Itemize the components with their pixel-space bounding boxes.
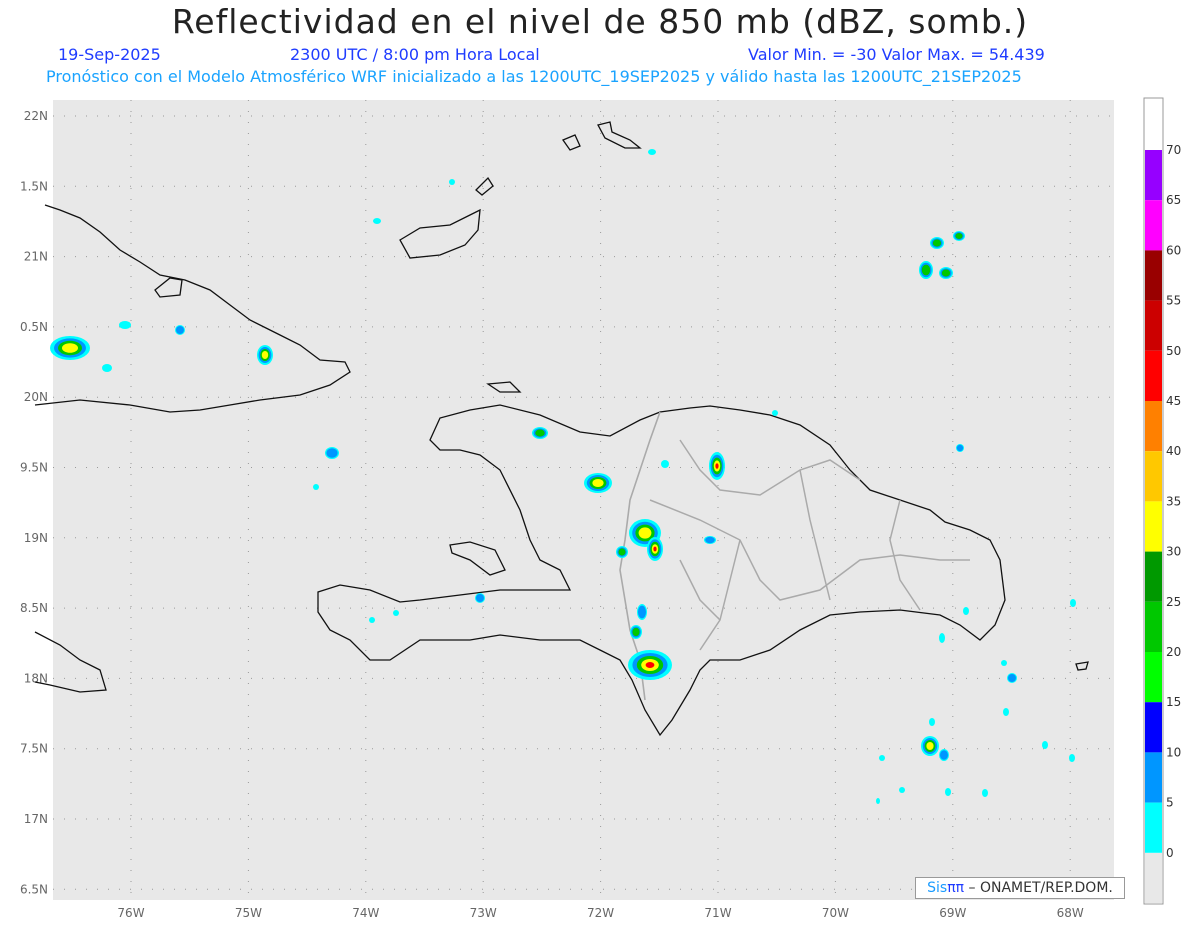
colorbar-label: 65 — [1166, 193, 1181, 207]
reflectivity-cell — [62, 343, 78, 353]
reflectivity-cell — [476, 594, 484, 602]
lat-tick-label: 22N — [24, 109, 48, 123]
reflectivity-cell — [449, 179, 455, 185]
reflectivity-cell — [648, 149, 656, 155]
colorbar-segment — [1145, 150, 1162, 201]
colorbar-segment — [1145, 350, 1162, 401]
colorbar-label: 55 — [1166, 294, 1181, 308]
colorbar-label: 70 — [1166, 143, 1181, 157]
reflectivity-cell — [929, 718, 935, 726]
reflectivity-cell — [955, 233, 963, 239]
colorbar-segment — [1145, 702, 1162, 753]
colorbar-label: 10 — [1166, 745, 1181, 759]
reflectivity-cell — [963, 607, 969, 615]
colorbar-segment — [1145, 752, 1162, 803]
reflectivity-map: 76W 75W 74W 73W 72W 71W 70W 69W 68W 22N 1.5N 21N 0.5… — [20, 97, 1181, 920]
colorbar-label: 40 — [1166, 444, 1181, 458]
colorbar-below-zero — [1145, 853, 1162, 903]
reflectivity-cell — [940, 750, 948, 760]
colorbar-label: 25 — [1166, 595, 1181, 609]
colorbar-segment — [1145, 451, 1162, 502]
reflectivity-cell — [982, 789, 988, 797]
reflectivity-cell — [715, 463, 719, 469]
lat-tick-label: 21N — [24, 250, 48, 264]
reflectivity-cell — [645, 662, 655, 668]
reflectivity-cell — [638, 527, 652, 539]
lat-tick-label: 19N — [24, 531, 48, 545]
lon-tick-label: 71W — [704, 906, 731, 920]
colorbar-segment — [1145, 401, 1162, 452]
reflectivity-cell — [119, 321, 131, 329]
lon-tick-label: 72W — [587, 906, 614, 920]
reflectivity-cell — [876, 798, 880, 804]
colorbar-segment — [1145, 802, 1162, 853]
reflectivity-cell — [618, 548, 626, 556]
reflectivity-cell — [1008, 674, 1016, 682]
reflectivity-cell — [1042, 741, 1048, 749]
reflectivity-cell — [632, 627, 640, 637]
colorbar-label: 60 — [1166, 243, 1181, 257]
colorbar-segment — [1145, 250, 1162, 301]
reflectivity-cell — [176, 326, 184, 334]
colorbar-segment — [1145, 652, 1162, 703]
reflectivity-cell — [369, 617, 375, 623]
reflectivity-cell — [1069, 754, 1075, 762]
colorbar-label: 50 — [1166, 344, 1181, 358]
lon-tick-label: 76W — [117, 906, 144, 920]
reflectivity-cell — [705, 536, 715, 544]
reflectivity-cell — [945, 788, 951, 796]
reflectivity-cell — [956, 444, 964, 452]
lon-tick-label: 74W — [352, 906, 379, 920]
reflectivity-cell — [899, 787, 905, 793]
lat-tick-label: 0.5N — [20, 320, 48, 334]
map-area — [53, 100, 1114, 900]
reflectivity-cell — [1003, 708, 1009, 716]
reflectivity-cell — [1001, 660, 1007, 666]
colorbar-label: 45 — [1166, 394, 1181, 408]
reflectivity-cell — [772, 410, 778, 416]
reflectivity-cell — [638, 605, 646, 619]
reflectivity-cell — [941, 269, 951, 277]
colorbar-segment — [1145, 501, 1162, 552]
colorbar-label: 35 — [1166, 494, 1181, 508]
reflectivity-cell — [661, 460, 669, 468]
reflectivity-cell — [939, 633, 945, 643]
reflectivity-cell — [102, 364, 112, 372]
lat-tick-label: 7.5N — [20, 742, 48, 756]
colorbar-segment — [1145, 200, 1162, 251]
logo: Sisππ – ONAMET/REP.DOM. — [915, 877, 1125, 899]
lat-tick-label: 6.5N — [20, 882, 48, 896]
reflectivity-cell — [653, 546, 657, 552]
lon-tick-label: 70W — [822, 906, 849, 920]
colorbar-label: 0 — [1166, 846, 1174, 860]
colorbar-label: 30 — [1166, 545, 1181, 559]
lat-tick-label: 17N — [24, 812, 48, 826]
colorbar-segment — [1145, 551, 1162, 602]
reflectivity-cell — [1070, 599, 1076, 607]
colorbar-label: 20 — [1166, 645, 1181, 659]
colorbar-label: 15 — [1166, 695, 1181, 709]
reflectivity-cell — [313, 484, 319, 490]
reflectivity-cell — [373, 218, 381, 224]
colorbar-label: 5 — [1166, 796, 1174, 810]
reflectivity-cell — [879, 755, 885, 761]
reflectivity-cell — [932, 239, 942, 247]
lon-tick-label: 69W — [939, 906, 966, 920]
reflectivity-cell — [592, 479, 604, 487]
lat-tick-label: 1.5N — [20, 179, 48, 193]
reflectivity-cell — [535, 429, 545, 437]
lat-tick-label: 20N — [24, 390, 48, 404]
lon-tick-label: 68W — [1057, 906, 1084, 920]
lat-tick-label: 8.5N — [20, 601, 48, 615]
lat-tick-label: 9.5N — [20, 461, 48, 475]
reflectivity-cell — [326, 448, 338, 458]
colorbar-segment — [1145, 601, 1162, 652]
reflectivity-cell — [921, 264, 931, 276]
reflectivity-cell — [926, 742, 934, 750]
lon-tick-label: 73W — [470, 906, 497, 920]
reflectivity-cell — [393, 610, 399, 616]
lon-tick-label: 75W — [235, 906, 262, 920]
colorbar-segment — [1145, 300, 1162, 351]
reflectivity-cell — [261, 351, 269, 359]
